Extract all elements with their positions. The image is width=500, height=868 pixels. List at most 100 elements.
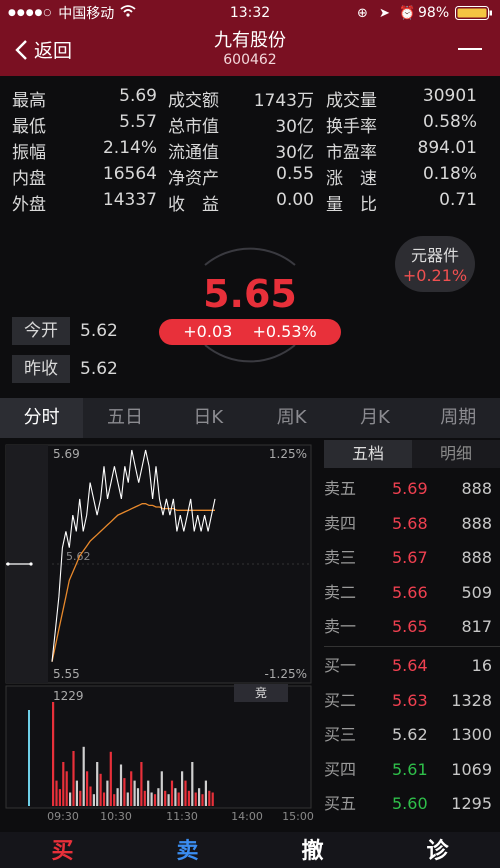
orderbook-row-buy-4[interactable]: 买四 5.61 1069 <box>324 753 500 787</box>
volume-bar <box>116 788 119 806</box>
tab-period[interactable]: 周期 <box>417 398 500 438</box>
tab-weekly-k[interactable]: 周K <box>250 398 333 438</box>
period-tabs: 分时 五日 日K 周K 月K 周期 <box>0 398 500 438</box>
volume-bar <box>62 762 65 806</box>
orderbook-price: 5.64 <box>392 656 428 675</box>
orderbook-volume: 1328 <box>451 690 492 710</box>
x-axis-label: 14:00 <box>231 810 263 823</box>
volume-bar <box>167 794 170 806</box>
pct-top-label: 1.25% <box>269 447 307 461</box>
orderbook-level-label: 买三 <box>324 725 357 745</box>
stat-value: 14337 <box>102 190 157 210</box>
menu-icon[interactable] <box>458 48 482 50</box>
orderbook-level-label: 卖三 <box>324 548 357 568</box>
volume-bar <box>86 771 89 806</box>
stat-row: 最低 5.57 总市值 30亿 换手率 0.58% <box>0 112 500 138</box>
volume-bar <box>99 773 102 806</box>
orderbook-level-label: 买四 <box>324 759 357 779</box>
tab-daily-k[interactable]: 日K <box>167 398 250 438</box>
price-change: +0.03 <box>183 322 233 341</box>
pct-bottom-label: -1.25% <box>265 667 307 681</box>
orderbook-row-sell-1[interactable]: 卖一 5.65 817 <box>324 610 500 644</box>
orderbook-price: 5.60 <box>392 794 428 814</box>
sector-badge[interactable]: 元器件 +0.21% <box>395 236 475 292</box>
orderbook-volume: 817 <box>461 617 492 637</box>
stat-label: 流通值 <box>168 143 219 163</box>
volume-bar <box>75 780 78 806</box>
orderbook-level-label: 卖五 <box>324 479 357 498</box>
price-change-pill: +0.03 +0.53% <box>159 319 341 345</box>
orderbook-row-sell-3[interactable]: 卖三 5.67 888 <box>324 541 500 575</box>
volume-bar <box>136 788 140 806</box>
tab-trade-details[interactable]: 明细 <box>412 440 500 468</box>
stat-value: 0.71 <box>439 190 477 210</box>
stat-label: 收 益 <box>168 195 219 215</box>
orderbook-row-sell-5[interactable]: 卖五 5.69 888 <box>324 472 500 506</box>
diagnose-button[interactable]: 诊 <box>375 832 500 868</box>
orderbook-row-buy-2[interactable]: 买二 5.63 1328 <box>324 684 500 718</box>
auction-dot <box>6 562 10 566</box>
stat-label: 振幅 <box>12 143 46 163</box>
orderbook-volume: 1295 <box>451 794 492 814</box>
volume-bar <box>208 790 211 806</box>
volume-bar <box>69 792 72 806</box>
orderbook-price: 5.66 <box>392 582 428 602</box>
orderbook-volume: 888 <box>461 479 492 498</box>
stat-value: 0.18% <box>422 164 477 184</box>
stat-label: 净资产 <box>168 169 219 189</box>
intraday-chart[interactable]: 5.69 5.55 1.25% -1.25% 5.62 竞 1229 09:30… <box>0 440 322 830</box>
volume-bar <box>123 778 126 806</box>
stat-label: 内盘 <box>12 169 46 189</box>
x-axis-label: 10:30 <box>100 810 132 823</box>
volume-bar <box>181 771 184 806</box>
volume-bar <box>153 794 157 806</box>
volume-bar <box>96 762 99 806</box>
cancel-order-button[interactable]: 撤 <box>250 832 375 868</box>
orderbook-row-sell-2[interactable]: 卖二 5.66 509 <box>324 576 500 610</box>
orderbook-row-buy-1[interactable]: 买一 5.64 16 <box>324 649 500 683</box>
volume-bar <box>204 780 207 806</box>
buy-button[interactable]: 买 <box>0 832 125 868</box>
stock-code: 600462 <box>223 52 277 68</box>
tab-five-day[interactable]: 五日 <box>83 398 166 438</box>
volume-bar <box>170 780 174 806</box>
volume-bar <box>157 788 160 806</box>
auction-volume-bar <box>28 710 30 806</box>
volume-max-label: 1229 <box>53 689 84 703</box>
stat-row: 最高 5.69 成交额 1743万 成交量 30901 <box>0 86 500 112</box>
orderbook-price: 5.68 <box>392 513 428 533</box>
stat-value: 30901 <box>422 86 477 106</box>
tab-monthly-k[interactable]: 月K <box>333 398 416 438</box>
volume-bar <box>119 764 123 806</box>
open-value: 5.62 <box>80 321 118 341</box>
tab-intraday[interactable]: 分时 <box>0 398 84 438</box>
volume-bar <box>187 790 190 806</box>
orderbook-row-buy-5[interactable]: 买五 5.60 1295 <box>324 787 500 821</box>
orderbook-level-label: 卖四 <box>324 513 357 533</box>
stock-name: 九有股份 <box>214 30 286 51</box>
orderbook-row-sell-4[interactable]: 卖四 5.68 888 <box>324 507 500 541</box>
tab-five-levels[interactable]: 五档 <box>324 440 412 468</box>
stat-value: 0.58% <box>422 112 477 132</box>
location-icon: ➤ <box>379 5 390 21</box>
open-label: 今开 <box>12 317 70 345</box>
orderbook-price: 5.62 <box>392 725 428 745</box>
auction-tag-label: 竞 <box>255 686 267 700</box>
volume-bar <box>65 771 68 806</box>
volume-bar <box>102 792 106 806</box>
sell-button[interactable]: 卖 <box>125 832 250 868</box>
price-bottom-label: 5.55 <box>53 667 80 681</box>
x-axis-label: 11:30 <box>166 810 198 823</box>
stat-value: 1743万 <box>253 91 314 111</box>
prev-close-label: 昨收 <box>12 355 70 383</box>
orderbook-tabs: 五档 明细 <box>324 440 500 468</box>
mid-price-label: 5.62 <box>66 550 91 563</box>
orderbook-row-buy-3[interactable]: 买三 5.62 1300 <box>324 718 500 752</box>
rotation-lock-icon: ⊕ <box>357 5 368 21</box>
battery-percent: 98% <box>418 5 450 21</box>
price-top-label: 5.69 <box>53 447 80 461</box>
stat-value: 5.69 <box>119 86 157 106</box>
volume-bar <box>211 792 214 806</box>
volume-bar <box>147 780 150 806</box>
price-change-pct: +0.53% <box>252 322 317 341</box>
